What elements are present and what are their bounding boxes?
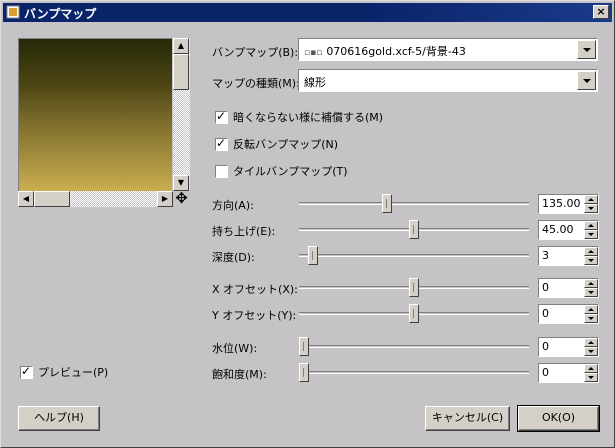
- spin-down-icon[interactable]: [584, 230, 598, 239]
- y-offset-value: 0: [542, 307, 549, 320]
- waterlevel-value: 0: [542, 340, 549, 353]
- direction-spinbox[interactable]: 135.00: [538, 194, 599, 214]
- elevation-label: 持ち上げ(E):: [212, 225, 276, 238]
- x-offset-label: X オフセット(X):: [212, 283, 298, 296]
- compensate-checkbox[interactable]: 暗くならない様に補償する(M): [215, 109, 383, 125]
- direction-value: 135.00: [542, 197, 581, 210]
- title-bar: バンプマップ ×: [3, 3, 612, 22]
- close-button[interactable]: ×: [593, 5, 609, 19]
- x-offset-slider[interactable]: [299, 278, 529, 298]
- bump-map-value: ▫▪▫ 070616gold.xcf-5/背景-43: [304, 43, 466, 59]
- spin-up-icon[interactable]: [584, 305, 598, 314]
- horizontal-scroll-thumb[interactable]: [34, 191, 70, 207]
- spin-up-icon[interactable]: [584, 247, 598, 256]
- x-offset-value: 0: [542, 281, 549, 294]
- slider-track: [299, 371, 529, 374]
- spin-down-icon[interactable]: [584, 347, 598, 356]
- spin-up-icon[interactable]: [584, 338, 598, 347]
- invert-label: 反転バンプマップ(N): [233, 138, 339, 151]
- preview-vertical-scrollbar[interactable]: ▲ ▼: [173, 38, 190, 191]
- preview-panel: ▲ ▼ ◀ ▶ ✥: [18, 38, 191, 207]
- bump-map-label: バンプマップ(B):: [212, 46, 299, 59]
- slider-track: [299, 254, 529, 257]
- x-offset-spinbox[interactable]: 0: [538, 278, 599, 298]
- y-offset-spinbox[interactable]: 0: [538, 304, 599, 324]
- waterlevel-slider[interactable]: [299, 337, 529, 357]
- slider-track: [299, 345, 529, 348]
- compensate-checkbox-box[interactable]: [215, 109, 228, 124]
- spin-up-icon[interactable]: [584, 364, 598, 373]
- slider-thumb[interactable]: [299, 363, 309, 382]
- spin-down-icon[interactable]: [584, 288, 598, 297]
- direction-slider[interactable]: [299, 194, 529, 214]
- tile-checkbox[interactable]: タイルバンプマップ(T): [215, 163, 348, 179]
- ambient-label: 飽和度(M):: [212, 368, 267, 381]
- slider-thumb[interactable]: [308, 246, 318, 265]
- chevron-down-icon[interactable]: [577, 40, 596, 59]
- preview-checkbox-box[interactable]: [20, 364, 33, 379]
- depth-slider[interactable]: [299, 246, 529, 266]
- app-icon: [6, 5, 20, 19]
- slider-thumb[interactable]: [382, 194, 392, 213]
- ok-button[interactable]: OK(O): [517, 405, 600, 432]
- elevation-slider[interactable]: [299, 220, 529, 240]
- preview-checkbox-label: プレビュー(P): [38, 366, 109, 379]
- y-offset-label: Y オフセット(Y):: [212, 309, 297, 322]
- spin-down-icon[interactable]: [584, 314, 598, 323]
- depth-spinbox[interactable]: 3: [538, 246, 599, 266]
- chevron-down-icon[interactable]: [577, 71, 596, 90]
- preview-image: [18, 38, 172, 191]
- map-type-label: マップの種類(M):: [212, 77, 300, 90]
- scroll-up-button[interactable]: ▲: [173, 38, 189, 54]
- depth-value: 3: [542, 249, 549, 262]
- direction-label: 方向(A):: [212, 199, 254, 212]
- slider-thumb[interactable]: [409, 278, 419, 297]
- cancel-button[interactable]: キャンセル(C): [425, 406, 510, 431]
- spin-up-icon[interactable]: [584, 195, 598, 204]
- ambient-spinbox[interactable]: 0: [538, 363, 599, 383]
- preview-horizontal-scrollbar[interactable]: ◀ ▶: [18, 191, 173, 207]
- tile-checkbox-box[interactable]: [215, 164, 228, 178]
- spin-up-icon[interactable]: [584, 279, 598, 288]
- depth-label: 深度(D):: [212, 251, 255, 264]
- invert-checkbox-box[interactable]: [215, 136, 228, 151]
- y-offset-slider[interactable]: [299, 304, 529, 324]
- ambient-value: 0: [542, 366, 549, 379]
- map-type-select[interactable]: 線形: [298, 69, 598, 92]
- slider-thumb[interactable]: [409, 304, 419, 323]
- spin-down-icon[interactable]: [584, 256, 598, 265]
- slider-thumb[interactable]: [409, 220, 419, 239]
- tile-label: タイルバンプマップ(T): [233, 165, 348, 178]
- slider-thumb[interactable]: [299, 337, 309, 356]
- bump-map-value-text: 070616gold.xcf-5/背景-43: [326, 45, 466, 58]
- navigate-move-icon[interactable]: ✥: [173, 191, 190, 207]
- waterlevel-spinbox[interactable]: 0: [538, 337, 599, 357]
- compensate-label: 暗くならない様に補償する(M): [233, 111, 384, 124]
- help-button[interactable]: ヘルプ(H): [18, 406, 100, 431]
- spin-up-icon[interactable]: [584, 221, 598, 230]
- window-title: バンプマップ: [24, 7, 97, 21]
- slider-track: [299, 202, 529, 205]
- elevation-spinbox[interactable]: 45.00: [538, 220, 599, 240]
- bump-map-select[interactable]: ▫▪▫ 070616gold.xcf-5/背景-43: [298, 38, 598, 61]
- vertical-scroll-thumb[interactable]: [173, 54, 189, 90]
- scroll-right-button[interactable]: ▶: [157, 191, 173, 207]
- spin-down-icon[interactable]: [584, 204, 598, 213]
- bump-map-dialog: バンプマップ × ▲ ▼ ◀ ▶ ✥ プレビュー(P) バンプマップ(B): ▫…: [0, 0, 615, 448]
- scroll-left-button[interactable]: ◀: [18, 191, 34, 207]
- ambient-slider[interactable]: [299, 363, 529, 383]
- spin-down-icon[interactable]: [584, 373, 598, 382]
- preview-checkbox[interactable]: プレビュー(P): [20, 364, 108, 380]
- map-type-value: 線形: [304, 76, 326, 89]
- layer-thumb-icon: ▫▪▫: [304, 48, 323, 58]
- elevation-value: 45.00: [542, 223, 574, 236]
- invert-checkbox[interactable]: 反転バンプマップ(N): [215, 136, 338, 152]
- waterlevel-label: 水位(W):: [212, 342, 258, 355]
